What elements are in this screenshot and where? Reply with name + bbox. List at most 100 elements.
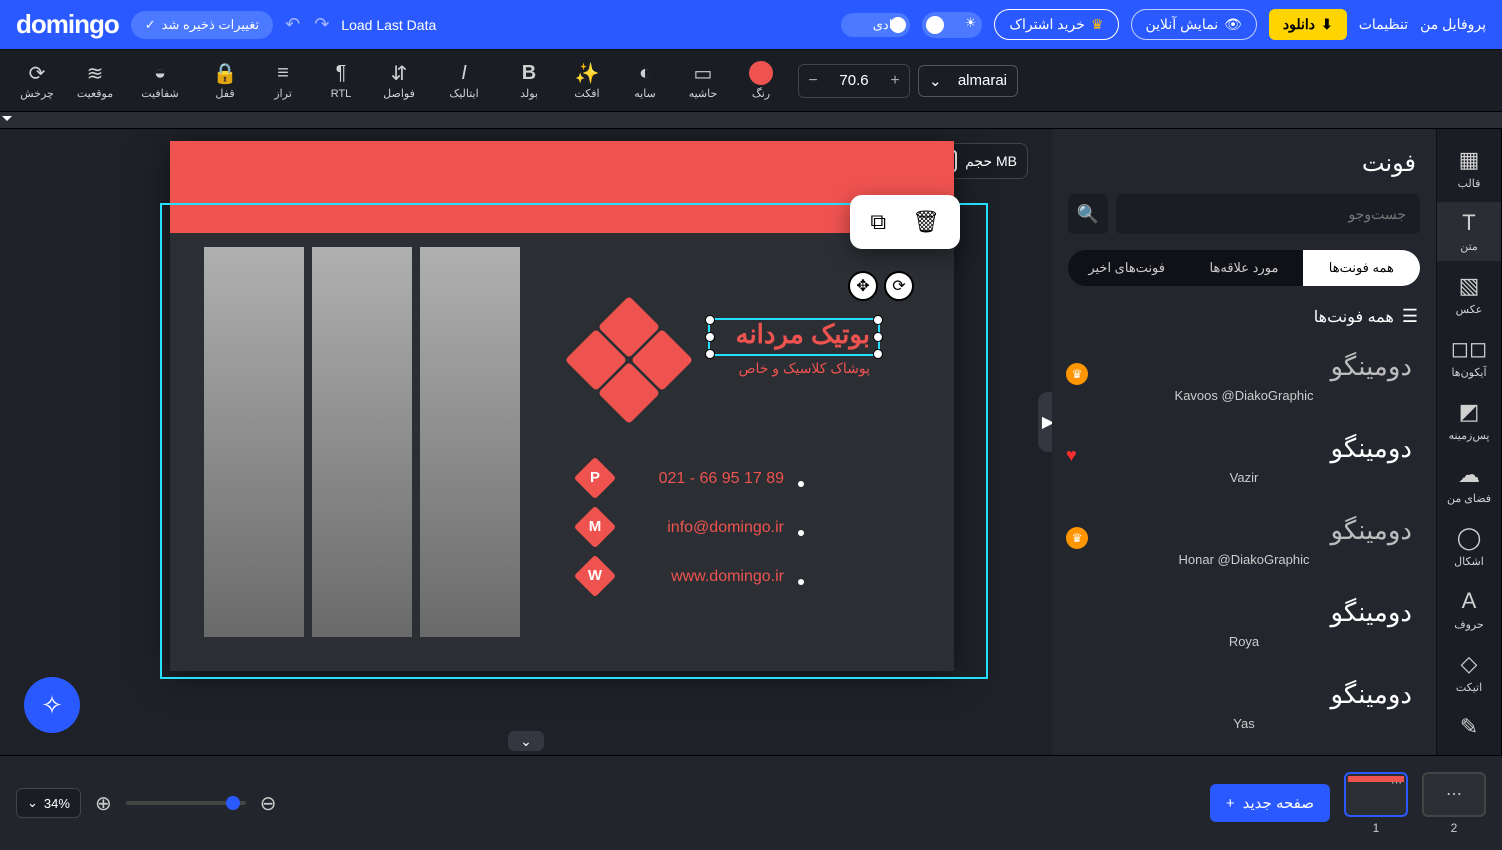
font-family-value: almarai — [958, 72, 1007, 89]
web-badge: W — [574, 555, 616, 597]
shadow-tool[interactable]: ◐سایه — [616, 61, 674, 100]
tab-favorites[interactable]: مورد علاقه‌ها — [1185, 250, 1302, 286]
template-icon: ▦ — [1437, 147, 1501, 173]
font-item[interactable]: دومینگو Roya — [1052, 585, 1436, 667]
download-label: دانلود — [1283, 16, 1315, 33]
zoom-slider[interactable] — [126, 801, 246, 805]
lock-icon: 🔒 — [196, 61, 254, 85]
search-icon: 🔍 — [1077, 204, 1099, 225]
move-rotate-controls: ✥ ⟳ — [848, 271, 914, 301]
check-icon: ✓ — [145, 17, 156, 33]
new-page-button[interactable]: + صفحه جدید — [1210, 784, 1330, 822]
color-tool[interactable]: رنگ — [732, 61, 790, 100]
phone-text[interactable]: 021 - 66 95 17 89 — [659, 470, 784, 488]
cloud-icon: ☁ — [1437, 462, 1501, 488]
undo-icon[interactable]: ↶ — [285, 14, 300, 35]
border-tool[interactable]: ▭حاشیه — [674, 61, 732, 100]
redo-icon[interactable]: ↷ — [314, 14, 329, 35]
effect-tool[interactable]: ✨افکت — [558, 61, 616, 100]
font-item[interactable]: دومینگو Yas — [1052, 667, 1436, 749]
sidebar-item-feather[interactable]: ✎ — [1437, 706, 1501, 752]
crown-icon: ♛ — [1091, 16, 1104, 33]
photo-1[interactable] — [204, 247, 304, 637]
theme-toggle[interactable]: ☀ — [922, 12, 982, 38]
card-subtitle[interactable]: پوشاک کلاسیک و خاص — [739, 360, 870, 377]
tab-recent[interactable]: فونت‌های اخیر — [1068, 250, 1185, 286]
spacing-icon: ⇵ — [370, 61, 428, 85]
font-size-stepper: − 70.6 + — [798, 64, 910, 98]
download-button[interactable]: دانلود ⬇ — [1269, 9, 1347, 40]
font-item[interactable]: ♛ دومینگو Kavoos @DiakoGraphic — [1052, 339, 1436, 421]
zoom-out-icon[interactable]: ⊖ — [260, 791, 277, 816]
canvas-area[interactable]: حجم MB بوتیک مردانه پوشاک کلاسیک و خاص — [0, 129, 1052, 755]
page-thumb-2[interactable]: ⋯ — [1422, 772, 1486, 817]
tab-all[interactable]: همه فونت‌ها — [1303, 250, 1420, 286]
sidebar-item-icons[interactable]: ◻◻آیکون‌ها — [1437, 328, 1501, 387]
italic-icon: I — [428, 61, 500, 85]
page-thumb-1[interactable]: ⋯ — [1344, 772, 1408, 817]
bottom-bar: ⌄34% ⊕ ⊖ +صفحه جدید ⋯ 1 ⋯ 2 — [0, 755, 1502, 850]
preview-online-button[interactable]: نمایش آنلاین 👁 — [1131, 9, 1257, 40]
italic-tool[interactable]: Iایتالیک — [428, 61, 500, 100]
sidebar-item-letters[interactable]: Aحروف — [1437, 580, 1501, 639]
rotate-handle-icon[interactable]: ⟳ — [884, 271, 914, 301]
sidebar-item-shapes[interactable]: ◯اشکال — [1437, 517, 1501, 576]
buy-subscription-button[interactable]: خرید اشتراک ♛ — [994, 9, 1118, 40]
font-item[interactable]: ♛ دومینگو Honar @DiakoGraphic — [1052, 503, 1436, 585]
new-page-label: صفحه جدید — [1243, 794, 1314, 812]
settings-link[interactable]: تنظیمات — [1359, 16, 1408, 33]
font-list: ♛ دومینگو Kavoos @DiakoGraphic ♥ دومینگو… — [1052, 339, 1436, 755]
wand-icon: ✨ — [558, 61, 616, 85]
move-icon[interactable]: ✥ — [848, 271, 878, 301]
rtl-tool[interactable]: ¶RTL — [312, 62, 370, 100]
photo-2[interactable] — [312, 247, 412, 637]
crown-icon: ♛ — [1066, 527, 1088, 549]
font-family-select[interactable]: ⌄ almarai — [918, 65, 1018, 97]
profile-link[interactable]: پروفایل من — [1420, 16, 1486, 33]
heart-icon: ♥ — [1066, 445, 1077, 466]
sidebar-item-template[interactable]: ▦قالب — [1437, 139, 1501, 198]
position-tool[interactable]: ≋موقعیت — [66, 61, 124, 100]
opacity-tool[interactable]: ◒شفافیت — [124, 61, 196, 100]
photo-3[interactable] — [420, 247, 520, 637]
design-canvas[interactable]: بوتیک مردانه پوشاک کلاسیک و خاص 021 - 66… — [170, 141, 954, 671]
sidebar-item-image[interactable]: ▧عکس — [1437, 265, 1501, 324]
magic-fab[interactable]: ✧ — [24, 677, 80, 733]
mode-pill[interactable]: عادی — [841, 13, 911, 37]
plus-icon: + — [1226, 795, 1235, 812]
trash-icon[interactable]: 🗑 — [912, 209, 940, 235]
font-item[interactable]: ♥ دومینگو Vazir — [1052, 421, 1436, 503]
align-tool[interactable]: ≡تراز — [254, 61, 312, 100]
search-button[interactable]: 🔍 — [1068, 194, 1108, 234]
sidebar-item-tag[interactable]: ◇اتیکت — [1437, 643, 1501, 702]
sidebar-item-text[interactable]: Tمتن — [1437, 202, 1501, 261]
zoom-select[interactable]: ⌄34% — [16, 788, 81, 818]
wand-icon: ✧ — [41, 690, 63, 721]
collapse-panel-button[interactable]: ▶ — [1038, 392, 1052, 452]
save-status-label: تغییرات ذخیره شد — [162, 17, 259, 33]
search-input[interactable] — [1116, 194, 1420, 234]
bold-tool[interactable]: Bبولد — [500, 61, 558, 100]
website-text[interactable]: www.domingo.ir — [671, 568, 784, 586]
zoom-in-icon[interactable]: ⊕ — [95, 791, 112, 816]
sidebar-item-myspace[interactable]: ☁فضای من — [1437, 454, 1501, 513]
size-minus-button[interactable]: − — [799, 65, 827, 97]
chevron-down-icon[interactable]: ⌄ — [508, 731, 544, 751]
list-icon: ☰ — [1402, 306, 1418, 327]
duplicate-icon[interactable]: ⧉ — [870, 209, 886, 235]
size-value[interactable]: 70.6 — [827, 72, 881, 89]
image-icon: ▧ — [1437, 273, 1501, 299]
topbar: domingo ✓ تغییرات ذخیره شد ↶ ↷ Load Last… — [0, 0, 1502, 49]
feather-icon: ✎ — [1437, 714, 1501, 740]
chevron-down-icon: ⌄ — [27, 795, 38, 811]
sidebar-item-background[interactable]: ◩پس‌زمینه — [1437, 391, 1501, 450]
load-last-button[interactable]: Load Last Data — [341, 17, 436, 33]
rotate-tool[interactable]: ⟳چرخش — [8, 61, 66, 100]
spacing-tool[interactable]: ⇵فواصل — [370, 61, 428, 100]
text-selection-box[interactable] — [708, 318, 880, 356]
text-icon: T — [1437, 210, 1501, 236]
lock-tool[interactable]: 🔒قفل — [196, 61, 254, 100]
logo-diamonds[interactable] — [574, 305, 684, 415]
size-plus-button[interactable]: + — [881, 65, 909, 97]
email-text[interactable]: info@domingo.ir — [667, 519, 784, 537]
